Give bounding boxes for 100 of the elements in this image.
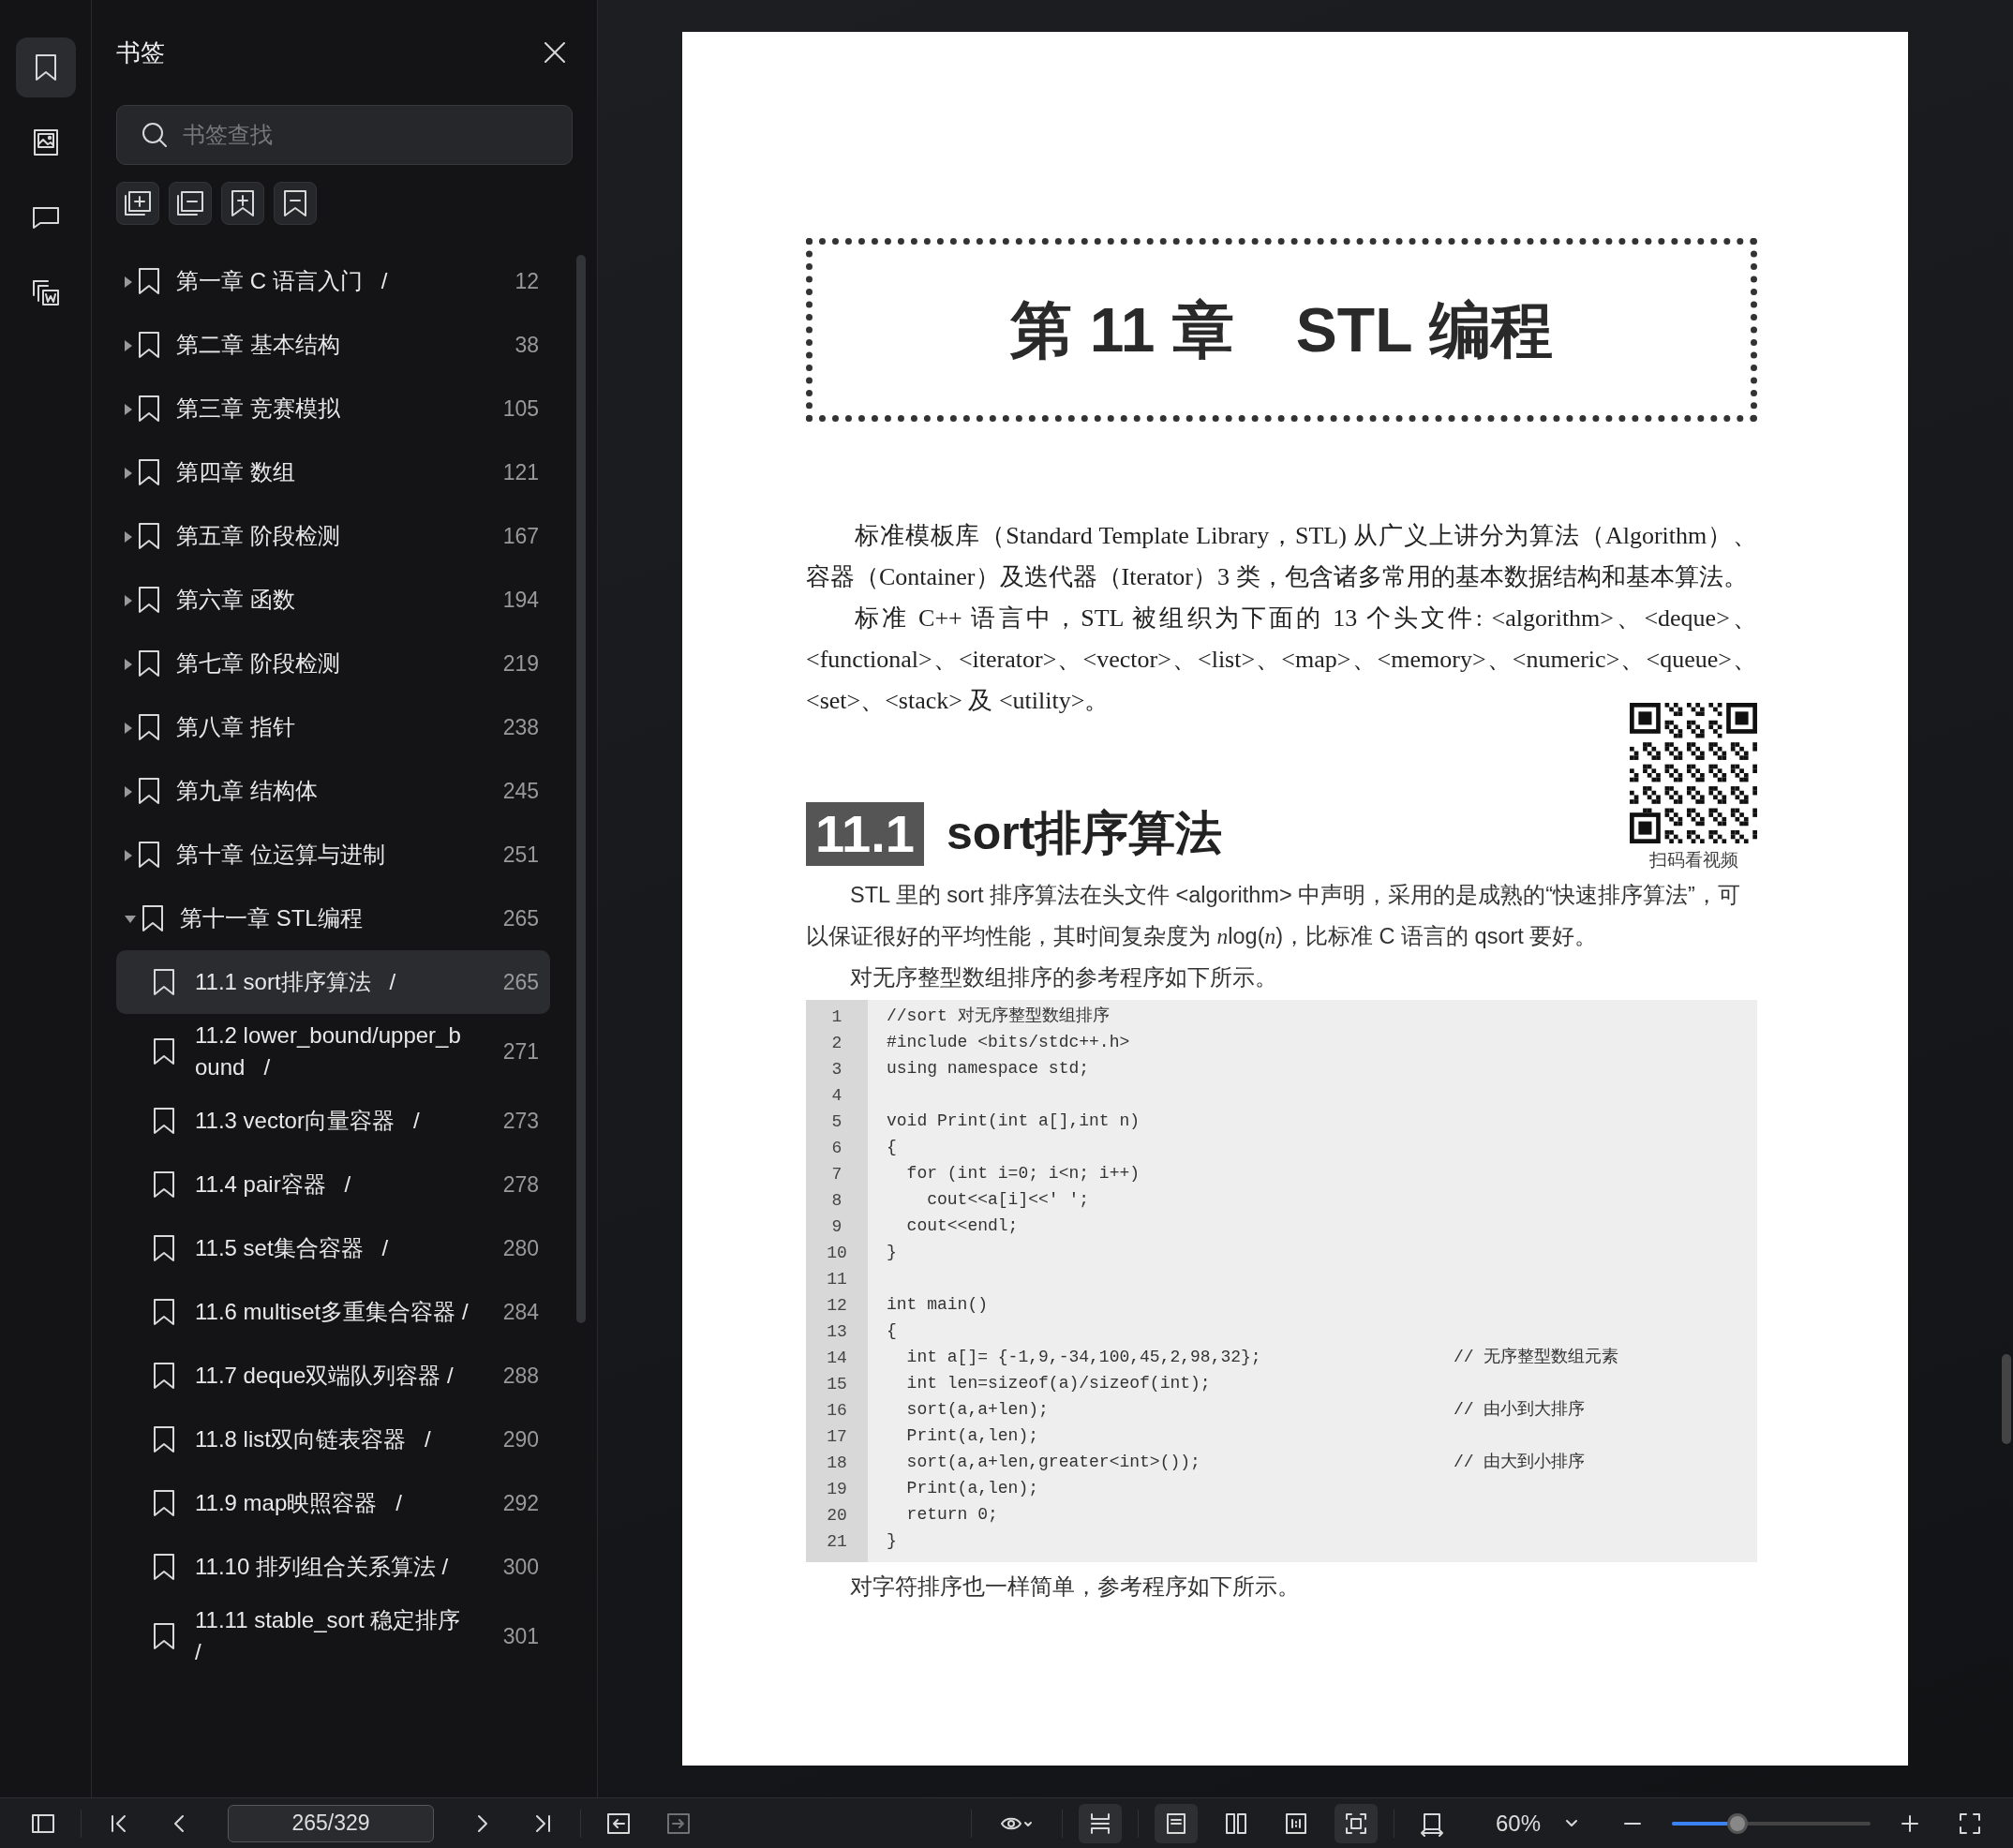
bookmark-item[interactable]: 11.1 sort排序算法 / 265 xyxy=(116,950,550,1014)
collapsed-triangle-icon xyxy=(124,784,133,798)
line-number: 3 xyxy=(830,1058,843,1080)
collapsed-triangle-icon xyxy=(124,402,133,416)
paragraph: STL 里的 sort 排序算法在头文件 <algorithm> 中声明，采用的是成熟的“快速排序算法”，可以保证很好的平均性能，其时间复杂度为 nlog(n)，比标准 C 语言的 qsort 要好。 xyxy=(806,881,1741,950)
paragraph: 标准 C++ 语言中，STL 被组织为下面的 13 个头文件: <algorithm>、<deque>、<functional>、<iterator>、<vector>、<list>、<map>、<memory>、<numeric>、<queue>、<set>、<stack> 及 <utility>。 xyxy=(806,604,1757,716)
bookmark-tool-button[interactable] xyxy=(116,182,159,225)
bookmark-item[interactable]: 第九章 结构体 245 xyxy=(116,759,550,823)
scrollbar-thumb[interactable] xyxy=(2002,1354,2011,1444)
page-number: 194 xyxy=(502,586,539,614)
bookmark-item[interactable]: 第五章 阶段检测 167 xyxy=(116,504,550,568)
line-number: 15 xyxy=(826,1373,848,1395)
bookmark-item[interactable]: 第十一章 STL编程 265 xyxy=(116,887,550,950)
search-icon xyxy=(140,120,170,150)
page-number-field[interactable]: 265/329 xyxy=(228,1804,434,1842)
line-number: 18 xyxy=(826,1452,848,1474)
bookmark-item[interactable]: 11.8 list双向链表容器 / 290 xyxy=(116,1408,550,1471)
toolbar-button[interactable] xyxy=(1078,1803,1122,1843)
line-number: 11 xyxy=(826,1268,848,1290)
zoom-dropdown[interactable]: 60% xyxy=(1489,1805,1584,1841)
bookmark-item[interactable]: 11.10 排列组合关系算法 / 300 xyxy=(116,1535,550,1599)
page-number: 290 xyxy=(502,1425,539,1453)
bookmark-tool-button[interactable] xyxy=(221,182,264,225)
bookmark-item[interactable]: 第十章 位运算与进制 251 xyxy=(116,823,550,887)
qr-caption: 扫码看视频 xyxy=(1648,849,1738,872)
page-number: 38 xyxy=(514,331,539,359)
close-icon xyxy=(543,40,567,65)
page-number: 245 xyxy=(502,777,539,805)
minus-icon xyxy=(1623,1821,1642,1826)
code-line: //sort 对无序整型数组排序 xyxy=(886,1006,1111,1027)
line-number: 21 xyxy=(826,1530,848,1553)
code-line: int main() xyxy=(886,1294,990,1316)
search-bar[interactable]: 书签查找 xyxy=(116,105,573,165)
document-export-icon xyxy=(30,277,61,307)
bookmark-item[interactable]: 11.9 map映照容器 / 292 xyxy=(116,1471,550,1535)
collapsed-triangle-icon xyxy=(124,466,133,480)
add-group-icon xyxy=(122,188,154,218)
code-line: } xyxy=(886,1530,898,1552)
chevron-left-icon xyxy=(173,1813,185,1833)
line-number: 5 xyxy=(830,1110,843,1133)
code-line: using namespace std; xyxy=(886,1058,1091,1080)
bookmark-tool-button[interactable] xyxy=(169,182,212,225)
collapsed-triangle-icon xyxy=(124,721,133,735)
code-line: } xyxy=(886,1242,898,1263)
page-number: 265 xyxy=(502,968,539,996)
code-line: Print(a,len); xyxy=(905,1478,1040,1499)
bookmark-item[interactable]: 第三章 竞赛模拟 105 xyxy=(116,377,550,440)
line-number: 2 xyxy=(830,1032,843,1054)
scrollbar-thumb[interactable] xyxy=(576,255,586,1323)
line-number: 16 xyxy=(826,1399,848,1422)
collapsed-triangle-icon xyxy=(124,275,133,289)
chapter-title: 第 11 章 STL 编程 xyxy=(1010,293,1553,366)
bookmark-item[interactable]: 11.5 set集合容器 / 280 xyxy=(116,1216,550,1280)
line-number: 14 xyxy=(826,1347,848,1369)
bookmark-item[interactable]: 11.11 stable_sort 稳定排序 / 301 xyxy=(116,1599,550,1674)
page-number: 265 xyxy=(502,904,539,932)
line-number: 4 xyxy=(830,1084,843,1107)
code-line: for (int i=0; i<n; i++) xyxy=(905,1163,1141,1185)
rail-tab[interactable] xyxy=(15,37,76,97)
bookmark-item[interactable]: 11.4 pair容器 / 278 xyxy=(116,1153,550,1216)
paragraph: 标准模板库（Standard Template Library，STL) 从广义上讲分为算法（Algorithm）、容器（Container）及迭代器（Iterator）3 类，包含诸多常用的基本数据结构和基本算法。 xyxy=(806,521,1757,592)
page-number: 284 xyxy=(502,1298,539,1326)
section-title: sort排序算法 xyxy=(946,806,1223,861)
code-line: sort(a,a+len); xyxy=(905,1399,1050,1421)
bookmark-item[interactable]: 第四章 数组 121 xyxy=(116,440,550,504)
paragraph: 对无序整型数组排序的参考程序如下所示。 xyxy=(849,963,1278,991)
bookmark-item[interactable]: 11.2 lower_bound/upper_bound / 271 xyxy=(116,1014,550,1089)
page-number: 300 xyxy=(502,1553,539,1581)
search-input[interactable]: 书签查找 xyxy=(181,117,549,153)
paragraph: 对字符排序也一样简单，参考程序如下所示。 xyxy=(849,1572,1301,1601)
bookmark-item[interactable]: 第六章 函数 194 xyxy=(116,568,550,632)
code-line: cout<<a[i]<<' '; xyxy=(926,1189,1091,1211)
bookmark-item[interactable]: 第八章 指针 238 xyxy=(116,695,550,759)
page-number: 288 xyxy=(502,1362,539,1390)
bookmark-item[interactable]: 11.3 vector向量容器 / 273 xyxy=(116,1089,550,1153)
code-line: sort(a,a+len,greater<int>()); xyxy=(905,1452,1201,1473)
bookmark-tool-button[interactable] xyxy=(274,182,317,225)
bookmark-item[interactable]: 11.7 deque双端队列容器 / 288 xyxy=(116,1344,550,1408)
bookmark-item[interactable]: 第二章 基本结构 38 xyxy=(116,313,550,377)
code-line: int len=sizeof(a)/sizeof(int); xyxy=(905,1373,1212,1394)
code-line: void Print(int a[],int n) xyxy=(886,1110,1141,1132)
line-number: 9 xyxy=(830,1215,843,1238)
collapsed-triangle-icon xyxy=(124,593,133,607)
toolbar-button[interactable] xyxy=(1334,1803,1378,1843)
code-comment: // 由大到小排序 xyxy=(1454,1452,1586,1473)
page-number: 271 xyxy=(502,1037,539,1066)
slider-thumb[interactable] xyxy=(1726,1812,1748,1834)
bookmark-item[interactable]: 11.6 multiset多重集合容器 / 284 xyxy=(116,1280,550,1344)
toolbar-button[interactable] xyxy=(1154,1803,1198,1843)
page-number: 280 xyxy=(502,1234,539,1262)
code-line: #include <bits/stdc++.h> xyxy=(886,1032,1131,1053)
bookmark-item[interactable]: 第七章 阶段检测 219 xyxy=(116,632,550,695)
code-line: { xyxy=(886,1137,898,1158)
page-number: 167 xyxy=(502,522,539,550)
bookmark-item[interactable]: 第一章 C 语言入门 / 12 xyxy=(116,249,550,313)
code-line: { xyxy=(886,1320,898,1342)
line-number: 1 xyxy=(830,1006,843,1028)
page-number: 219 xyxy=(502,649,539,678)
code-comment: // 由小到大排序 xyxy=(1454,1399,1586,1421)
section-number: 11.1 xyxy=(806,801,924,866)
